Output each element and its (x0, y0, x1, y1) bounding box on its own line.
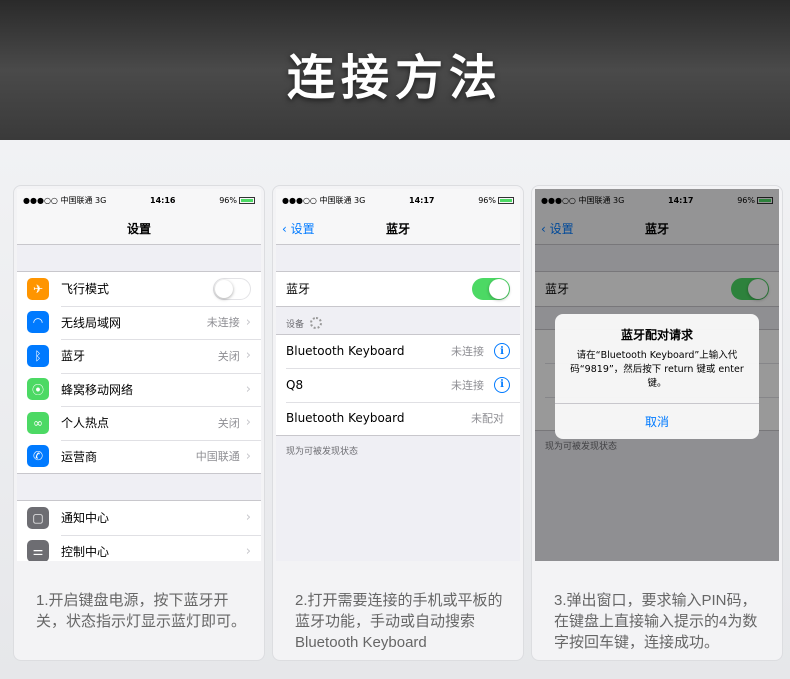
alert-title: 蓝牙配对请求 (620, 328, 693, 342)
row-label: 蜂窝移动网络 (61, 382, 134, 397)
chevron-right-icon: › (245, 381, 251, 397)
battery-text: 96% (478, 195, 496, 205)
row-label: 个人热点 (61, 416, 110, 431)
phone-icon: ✆ (27, 445, 49, 468)
nav-bar: 设置 (17, 211, 261, 245)
page-title: 连接方法 (286, 50, 503, 106)
chevron-right-icon: › (245, 314, 251, 330)
step-caption-3: 3.弹出窗口，要求输入PIN码，在键盘上直接输入提示的4为数字按回车键，连接成功… (554, 592, 758, 651)
settings-row-hotspot[interactable]: ∞ 个人热点 关闭 › (17, 406, 261, 440)
settings-row-wifi[interactable]: ◠ 无线局域网 未连接 › (17, 305, 261, 340)
chevron-right-icon: › (245, 543, 251, 559)
step-card-2: ●●●○○ 中国联通 3G 14:17 96% ‹ 设置 蓝牙 蓝牙 设备 Bl… (272, 185, 524, 661)
discoverable-note: 现为可被发现状态 (286, 447, 359, 457)
row-value: 未连接 (206, 316, 240, 330)
devices-label: 设备 (286, 319, 305, 330)
status-bar: ●●●○○ 中国联通 3G 14:16 96% (17, 189, 261, 211)
device-name: Bluetooth Keyboard (286, 344, 405, 359)
device-row[interactable]: Bluetooth Keyboard 未配对 (276, 401, 520, 436)
nav-title: 设置 (126, 222, 151, 236)
info-icon[interactable]: i (494, 376, 510, 393)
settings-row-cellular[interactable]: ⦿ 蜂窝移动网络 › (17, 372, 261, 407)
device-name: Q8 (286, 377, 304, 392)
phone-screen-pairing: ●●●○○ 中国联通 3G 14:17 96% ‹ 设置 蓝牙 蓝牙 现为可被发… (535, 189, 779, 561)
carrier-text: ●●●○○ 中国联通 (282, 195, 352, 205)
time-text: 14:16 (150, 195, 176, 205)
chevron-right-icon: › (245, 510, 251, 526)
battery-icon (497, 196, 514, 204)
bluetooth-label: 蓝牙 (286, 282, 311, 297)
nav-bar: ‹ 设置 蓝牙 (276, 211, 520, 245)
cancel-button[interactable]: 取消 (555, 403, 759, 439)
step-caption-1: 1.开启键盘电源，按下蓝牙开关，状态指示灯显示蓝灯即可。 (36, 592, 247, 630)
settings-row-bluetooth[interactable]: ᛒ 蓝牙 关闭 › (17, 339, 261, 373)
info-icon[interactable]: i (494, 343, 510, 360)
step-caption-2: 2.打开需要连接的手机或平板的蓝牙功能，手动或自动搜索Bluetooth Key… (295, 592, 503, 651)
chevron-right-icon: › (245, 448, 251, 464)
network-text: 3G (95, 195, 107, 205)
settings-group-1: ✈ 飞行模式 ◠ 无线局域网 未连接 › ᛒ 蓝牙 关闭 › ⦿ 蜂窝移动网络 … (17, 271, 261, 474)
row-label: 通知中心 (61, 511, 110, 526)
airplane-toggle[interactable] (213, 277, 251, 300)
row-value: 关闭 (217, 349, 240, 363)
status-bar: ●●●○○ 中国联通 3G 14:17 96% (276, 189, 520, 211)
bluetooth-toggle[interactable] (472, 277, 510, 300)
chevron-right-icon: › (245, 348, 251, 364)
step-card-1: ●●●○○ 中国联通 3G 14:16 96% 设置 ✈ 飞行模式 ◠ 无线局域… (13, 185, 265, 661)
bluetooth-row: 蓝牙 (276, 272, 520, 306)
phone-screen-bluetooth: ●●●○○ 中国联通 3G 14:17 96% ‹ 设置 蓝牙 蓝牙 设备 Bl… (276, 189, 520, 561)
battery-text: 96% (219, 195, 237, 205)
settings-row-carrier[interactable]: ✆ 运营商 中国联通 › (17, 439, 261, 474)
bluetooth-toggle-group: 蓝牙 (276, 271, 520, 307)
settings-group-2: ▢ 通知中心 › ⚌ 控制中心 › (17, 500, 261, 561)
chevron-right-icon: › (245, 415, 251, 431)
header-banner: 连接方法 (0, 0, 790, 140)
pairing-alert: 蓝牙配对请求 请在“Bluetooth Keyboard”上输入代码“9819”… (555, 314, 759, 439)
time-text: 14:17 (409, 195, 435, 205)
device-row[interactable]: Bluetooth Keyboard 未连接 i (276, 335, 520, 369)
cellular-icon: ⦿ (27, 378, 49, 401)
device-status: 未连接 (451, 378, 484, 392)
nav-title: 蓝牙 (385, 222, 410, 236)
devices-header: 设备 (276, 307, 520, 334)
airplane-icon: ✈ (27, 277, 49, 300)
device-status: 未连接 (451, 345, 484, 359)
notification-icon: ▢ (27, 506, 49, 529)
wifi-icon: ◠ (27, 311, 49, 334)
bluetooth-icon: ᛒ (27, 344, 49, 367)
row-label: 无线局域网 (61, 315, 122, 330)
alert-message: 请在“Bluetooth Keyboard”上输入代码“9819”，然后按下 r… (570, 350, 744, 389)
network-text: 3G (354, 195, 366, 205)
row-value: 中国联通 (195, 450, 240, 464)
loading-spinner-icon (310, 317, 323, 329)
step-card-3: ●●●○○ 中国联通 3G 14:17 96% ‹ 设置 蓝牙 蓝牙 现为可被发… (531, 185, 783, 661)
settings-row-control-center[interactable]: ⚌ 控制中心 › (17, 534, 261, 561)
device-status: 未配对 (471, 412, 504, 426)
settings-row-notifications[interactable]: ▢ 通知中心 › (17, 501, 261, 535)
row-label: 控制中心 (61, 544, 110, 559)
settings-row-airplane[interactable]: ✈ 飞行模式 (17, 272, 261, 306)
carrier-text: ●●●○○ 中国联通 (23, 195, 93, 205)
control-center-icon: ⚌ (27, 540, 49, 561)
row-label: 蓝牙 (61, 349, 86, 364)
row-label: 运营商 (61, 449, 98, 464)
row-label: 飞行模式 (61, 282, 110, 297)
hotspot-icon: ∞ (27, 411, 49, 434)
battery-icon (238, 196, 255, 204)
device-row[interactable]: Q8 未连接 i (276, 368, 520, 402)
row-value: 关闭 (217, 416, 240, 430)
device-list: Bluetooth Keyboard 未连接 i Q8 未连接 i Blueto… (276, 333, 520, 436)
phone-screen-settings: ●●●○○ 中国联通 3G 14:16 96% 设置 ✈ 飞行模式 ◠ 无线局域… (17, 189, 261, 561)
device-name: Bluetooth Keyboard (286, 411, 405, 426)
